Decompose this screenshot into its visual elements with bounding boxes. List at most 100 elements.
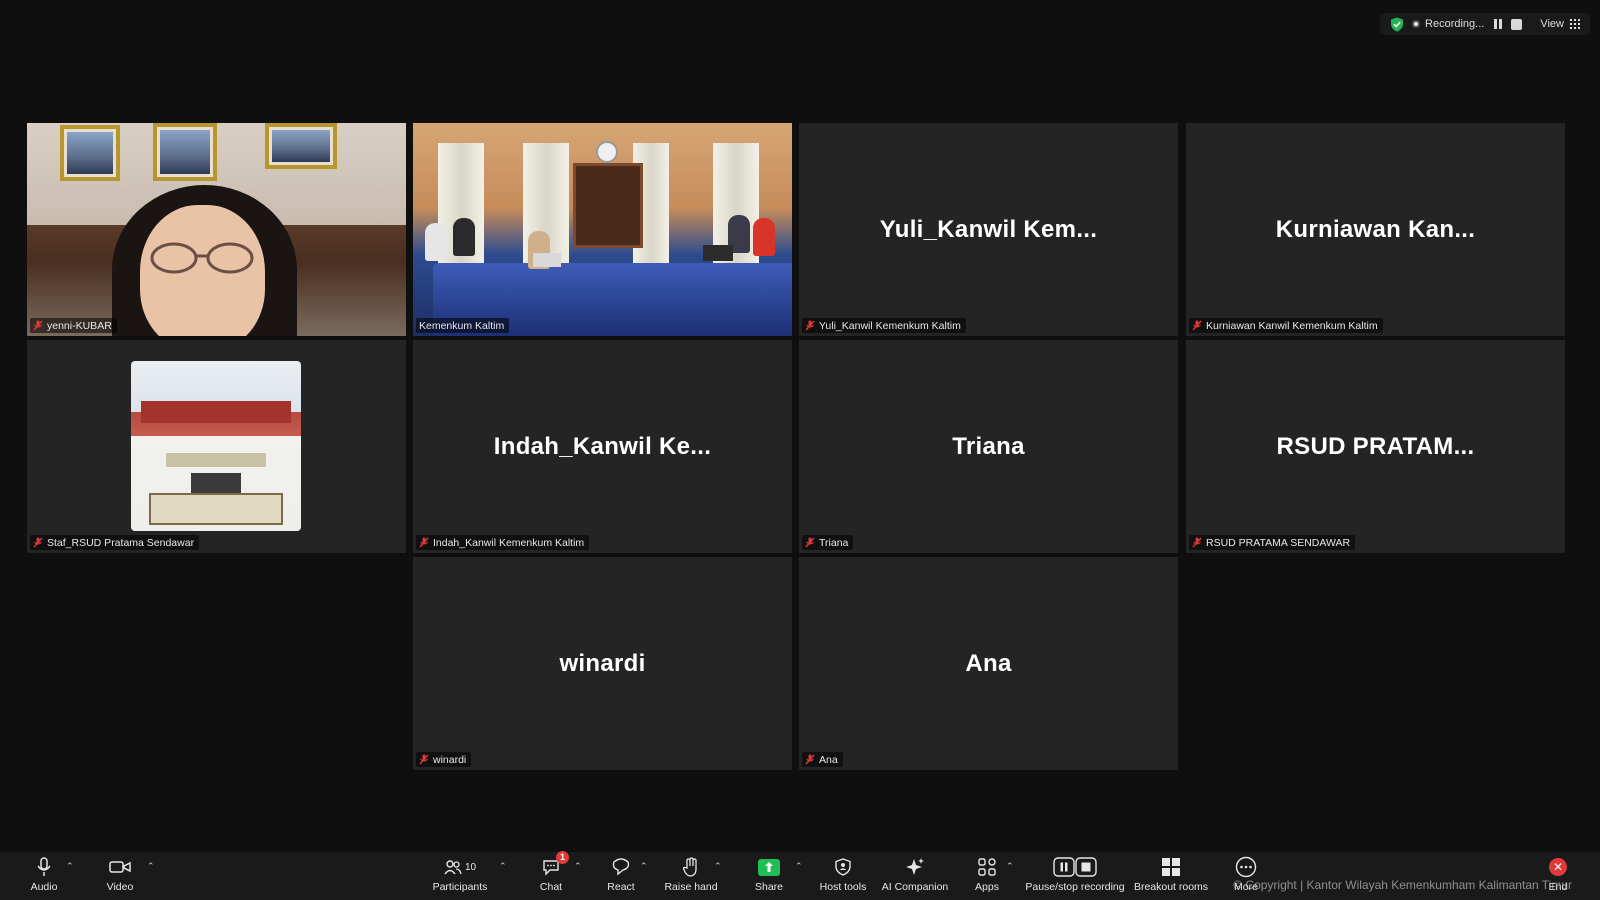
host-tools-label: Host tools — [819, 881, 867, 893]
recording-label: Recording... — [1425, 18, 1485, 30]
participant-name: Indah_Kanwil Kemenkum Kaltim — [433, 536, 585, 549]
video-camera-icon — [109, 861, 131, 873]
pause-stop-recording-button[interactable]: Pause/stop recording — [1025, 856, 1125, 898]
mic-muted-icon — [33, 537, 43, 548]
mic-muted-icon — [33, 320, 43, 331]
chat-options-chevron-icon[interactable]: ⌃ — [574, 861, 584, 871]
participants-label: Participants — [432, 881, 488, 893]
wall-portrait — [265, 123, 337, 169]
participant-tile-staf-rsud[interactable]: Staf_RSUD Pratama Sendawar — [27, 340, 406, 553]
share-label: Share — [754, 881, 784, 893]
participant-tile-rsud-pratama[interactable]: RSUD PRATAM... RSUD PRATAMA SENDAWAR — [1186, 340, 1565, 553]
participant-name-tag: Kemenkum Kaltim — [416, 318, 510, 333]
participant-name-tag: Ana — [802, 752, 843, 767]
chat-button[interactable]: 1 Chat — [536, 851, 569, 898]
participant-name: winardi — [433, 753, 467, 766]
meeting-toolbar: Audio ⌃ Video ⌃ 10 Participants ⌃ 1 Chat… — [0, 851, 1600, 900]
raise-hand-icon — [682, 857, 697, 877]
wall-portrait — [153, 123, 217, 181]
host-tools-button[interactable]: Host tools — [818, 856, 868, 898]
breakout-rooms-button[interactable]: Breakout rooms — [1133, 856, 1209, 898]
copyright-watermark: © Copyright | Kantor Wilayah Kemenkumham… — [1233, 878, 1572, 892]
host-tools-shield-icon — [835, 858, 851, 876]
participant-name: Yuli_Kanwil Kemenkum Kaltim — [819, 319, 961, 332]
stop-recording-icon[interactable] — [1511, 18, 1523, 30]
audio-button[interactable]: Audio — [28, 856, 60, 898]
participant-tile-indah[interactable]: Indah_Kanwil Ke... Indah_Kanwil Kemenkum… — [413, 340, 792, 553]
pause-stop-recording-label: Pause/stop recording — [1025, 881, 1125, 893]
participant-tile-triana[interactable]: Triana Triana — [799, 340, 1178, 553]
meeting-window: Recording... View yenni-KUBAR Kemenkum K… — [0, 0, 1600, 900]
participant-tile-yuli[interactable]: Yuli_Kanwil Kem... Yuli_Kanwil Kemenkum … — [799, 123, 1178, 336]
participant-tile-yenni-kubar[interactable]: yenni-KUBAR — [27, 123, 406, 336]
participant-tile-winardi[interactable]: winardi winardi — [413, 557, 792, 770]
grid-view-icon — [1570, 19, 1580, 29]
video-options-chevron-icon[interactable]: ⌃ — [147, 861, 157, 871]
participants-icon — [444, 860, 462, 875]
participant-tile-kurniawan[interactable]: Kurniawan Kan... Kurniawan Kanwil Kemenk… — [1186, 123, 1565, 336]
ai-companion-label: AI Companion — [881, 881, 949, 893]
view-button[interactable]: View — [1540, 18, 1580, 30]
participant-name-tag: Yuli_Kanwil Kemenkum Kaltim — [802, 318, 966, 333]
participant-count: 10 — [464, 861, 477, 873]
recording-dot-icon — [1412, 20, 1421, 28]
pause-recording-icon[interactable] — [1492, 19, 1503, 30]
participant-name-tag: winardi — [416, 752, 472, 767]
raise-hand-button[interactable]: Raise hand — [664, 856, 718, 898]
share-options-chevron-icon[interactable]: ⌃ — [795, 861, 805, 871]
ai-companion-button[interactable]: AI Companion — [882, 856, 948, 898]
apps-button[interactable]: Apps — [969, 856, 1005, 898]
participant-name: Kurniawan Kanwil Kemenkum Kaltim — [1206, 319, 1378, 332]
mic-muted-icon — [1192, 537, 1202, 548]
microphone-icon — [37, 857, 51, 876]
participants-button[interactable]: 10 Participants — [430, 856, 490, 898]
participant-video — [27, 123, 406, 336]
end-close-icon: ✕ — [1549, 858, 1567, 876]
audio-options-chevron-icon[interactable]: ⌃ — [66, 861, 76, 871]
participant-name: Kemenkum Kaltim — [419, 319, 505, 332]
participant-name: Staf_RSUD Pratama Sendawar — [47, 536, 195, 549]
raise-hand-options-chevron-icon[interactable]: ⌃ — [714, 861, 724, 871]
participant-name-tag: Indah_Kanwil Kemenkum Kaltim — [416, 535, 590, 550]
view-label: View — [1540, 18, 1564, 30]
participant-name-tag: Staf_RSUD Pratama Sendawar — [30, 535, 200, 550]
breakout-rooms-label: Breakout rooms — [1133, 881, 1209, 893]
apps-options-chevron-icon[interactable]: ⌃ — [1006, 861, 1016, 871]
ai-companion-sparkle-icon — [906, 858, 924, 875]
raise-hand-label: Raise hand — [664, 881, 718, 893]
participant-name-tag: Triana — [802, 535, 854, 550]
participant-name: Ana — [819, 753, 838, 766]
participant-name-tag: yenni-KUBAR — [30, 318, 117, 333]
participant-name: yenni-KUBAR — [47, 319, 112, 332]
breakout-rooms-icon — [1162, 858, 1180, 876]
participant-display-name: Ana — [965, 649, 1012, 677]
react-heart-icon — [612, 858, 630, 876]
participant-display-name: Indah_Kanwil Ke... — [493, 432, 712, 460]
recording-status-bar: Recording... View — [1380, 13, 1590, 35]
video-button[interactable]: Video — [104, 856, 136, 898]
participant-display-name: winardi — [559, 649, 646, 677]
participant-tile-ana[interactable]: Ana Ana — [799, 557, 1178, 770]
participant-name-tag: RSUD PRATAMA SENDAWAR — [1189, 535, 1356, 550]
pause-stop-recording-icon — [1053, 857, 1097, 877]
chat-label: Chat — [539, 881, 563, 893]
mic-muted-icon — [1192, 320, 1202, 331]
encryption-shield-icon[interactable] — [1390, 17, 1404, 32]
mic-muted-icon — [805, 537, 815, 548]
participant-tile-kemenkum-kaltim[interactable]: Kemenkum Kaltim — [413, 123, 792, 336]
recording-indicator: Recording... — [1412, 18, 1484, 30]
participant-display-name: Kurniawan Kan... — [1275, 215, 1476, 243]
audio-label: Audio — [30, 881, 58, 893]
participant-display-name: Yuli_Kanwil Kem... — [879, 215, 1098, 243]
react-options-chevron-icon[interactable]: ⌃ — [640, 861, 650, 871]
chat-unread-badge: 1 — [556, 851, 569, 864]
participant-profile-picture — [131, 361, 301, 531]
participants-options-chevron-icon[interactable]: ⌃ — [499, 861, 509, 871]
react-button[interactable]: React — [605, 856, 637, 898]
wall-portrait — [60, 125, 120, 181]
mic-muted-icon — [419, 537, 429, 548]
share-screen-icon — [758, 858, 780, 876]
share-button[interactable]: Share — [754, 856, 784, 898]
participant-display-name: Triana — [952, 432, 1025, 460]
participant-name: RSUD PRATAMA SENDAWAR — [1206, 536, 1351, 549]
